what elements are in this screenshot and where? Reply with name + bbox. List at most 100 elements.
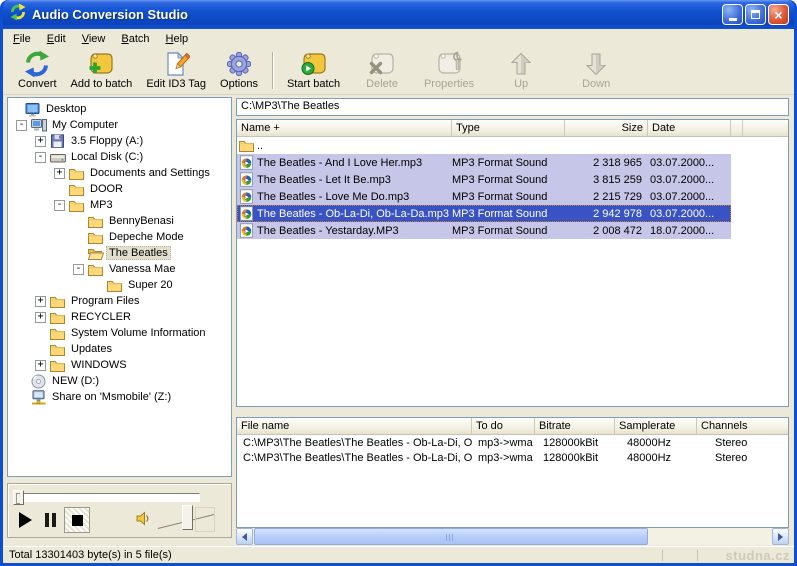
tree-item-updates[interactable]: Updates bbox=[8, 341, 231, 357]
file-name-cell: The Beatles - Ob-La-Di, Ob-La-Da.mp3 bbox=[237, 206, 452, 221]
content-area: Desktop-My Computer+3.5 Floppy (A:)-Loca… bbox=[3, 95, 794, 546]
convert-button[interactable]: Convert bbox=[11, 49, 64, 90]
column-header-type[interactable]: Type bbox=[452, 120, 565, 136]
toolbar-label: Start batch bbox=[287, 78, 340, 90]
menubar: FileEditViewBatchHelp bbox=[3, 29, 794, 48]
tree-item-new-d[interactable]: NEW (D:) bbox=[8, 373, 231, 389]
menu-file[interactable]: File bbox=[5, 31, 39, 47]
file-date-cell: 03.07.2000... bbox=[648, 208, 731, 220]
file-row-the-beatles-let-it-be-mp3[interactable]: The Beatles - Let It Be.mp3MP3 Format So… bbox=[237, 171, 731, 188]
column-header-file-name[interactable]: File name bbox=[237, 418, 472, 434]
column-header-bitrate[interactable]: Bitrate bbox=[535, 418, 615, 434]
tree-item-documents-and-settings[interactable]: + Documents and Settings bbox=[8, 165, 231, 181]
tree-item-3-5-floppy-a[interactable]: +3.5 Floppy (A:) bbox=[8, 133, 231, 149]
tree-expander-plus-icon[interactable]: + bbox=[35, 360, 46, 371]
tree-item-label: BennyBenasi bbox=[106, 214, 177, 228]
tree-expander-plus-icon[interactable]: + bbox=[54, 168, 65, 179]
status-text: Total 13301403 byte(s) in 5 file(s) bbox=[9, 549, 660, 561]
file-date-cell: 18.07.2000... bbox=[648, 225, 731, 237]
play-button[interactable] bbox=[19, 512, 32, 528]
column-header-size[interactable]: Size bbox=[565, 120, 648, 136]
tree-item-super-20[interactable]: Super 20 bbox=[8, 277, 231, 293]
file-type-cell: MP3 Format Sound bbox=[452, 174, 565, 186]
tree-item-door[interactable]: DOOR bbox=[8, 181, 231, 197]
column-header-samplerate[interactable]: Samplerate bbox=[615, 418, 697, 434]
file-row-the-beatles-yestarday-mp3[interactable]: The Beatles - Yestarday.MP3MP3 Format So… bbox=[237, 222, 731, 239]
tree-item-local-disk-c[interactable]: -Local Disk (C:) bbox=[8, 149, 231, 165]
file-row-the-beatles-and-i-love-her-mp3[interactable]: The Beatles - And I Love Her.mp3MP3 Form… bbox=[237, 154, 731, 171]
file-row-the-beatles-love-me-do-mp3[interactable]: The Beatles - Love Me Do.mp3MP3 Format S… bbox=[237, 188, 731, 205]
tree-expander-plus-icon[interactable]: + bbox=[35, 312, 46, 323]
tree-item-mp3[interactable]: - MP3 bbox=[8, 197, 231, 213]
tree-item-label: MP3 bbox=[87, 198, 116, 212]
volume-slider-handle[interactable] bbox=[182, 505, 193, 530]
down-arrow-icon bbox=[582, 50, 610, 78]
scroll-right-button[interactable] bbox=[772, 528, 789, 545]
tree-item-share-on-msmobile-z[interactable]: Share on 'Msmobile' (Z:) bbox=[8, 389, 231, 405]
batch-filename-cell: C:\MP3\The Beatles\The Beatles - Ob-La-D… bbox=[237, 437, 472, 449]
file-name-cell: The Beatles - Let It Be.mp3 bbox=[237, 172, 452, 187]
toolbar-label: Convert bbox=[18, 78, 57, 90]
properties-icon bbox=[435, 50, 463, 78]
tree-item-the-beatles[interactable]: The Beatles bbox=[8, 245, 231, 261]
file-row-[interactable]: .. bbox=[237, 137, 731, 154]
options-button[interactable]: Options bbox=[213, 49, 265, 90]
tree-item-label: WINDOWS bbox=[68, 358, 130, 372]
column-header-to-do[interactable]: To do bbox=[472, 418, 535, 434]
scroll-left-icon bbox=[242, 533, 247, 541]
delete-icon bbox=[368, 50, 396, 78]
seek-slider-track[interactable] bbox=[14, 493, 200, 502]
add-to-batch-button[interactable]: Add to batch bbox=[64, 49, 140, 90]
menu-edit[interactable]: Edit bbox=[39, 31, 74, 47]
watermark: studna.cz bbox=[700, 548, 792, 563]
batch-list: File nameTo doBitrateSamplerateChannels … bbox=[236, 417, 789, 528]
menu-help[interactable]: Help bbox=[158, 31, 197, 47]
file-size-cell: 2 318 965 bbox=[565, 157, 648, 169]
tree-item-program-files[interactable]: +Program Files bbox=[8, 293, 231, 309]
toolbar-label: Options bbox=[220, 78, 258, 90]
close-button[interactable]: × bbox=[768, 4, 789, 25]
scrollbar-thumb[interactable] bbox=[254, 528, 648, 545]
minimize-button[interactable] bbox=[722, 4, 743, 25]
seek-slider-handle[interactable] bbox=[13, 490, 24, 505]
tree-expander-minus-icon[interactable]: - bbox=[73, 264, 84, 275]
start-batch-button[interactable]: Start batch bbox=[280, 49, 347, 90]
stop-button[interactable] bbox=[64, 507, 90, 533]
maximize-button[interactable] bbox=[745, 4, 766, 25]
stop-icon bbox=[72, 515, 83, 526]
file-size-cell: 3 815 259 bbox=[565, 174, 648, 186]
batch-row[interactable]: C:\MP3\The Beatles\The Beatles - Ob-La-D… bbox=[237, 450, 788, 465]
scrollbar-track[interactable] bbox=[648, 528, 772, 545]
tree-item-label: Documents and Settings bbox=[87, 166, 213, 180]
desktop-icon bbox=[24, 102, 41, 117]
file-type-cell: MP3 Format Sound bbox=[452, 208, 565, 220]
file-name-cell: The Beatles - Yestarday.MP3 bbox=[237, 223, 452, 238]
tree-expander-minus-icon[interactable]: - bbox=[16, 120, 27, 131]
tree-expander-plus-icon[interactable]: + bbox=[35, 296, 46, 307]
tree-item-system-volume-information[interactable]: System Volume Information bbox=[8, 325, 231, 341]
column-header-channels[interactable]: Channels bbox=[697, 418, 788, 434]
batch-row[interactable]: C:\MP3\The Beatles\The Beatles - Ob-La-D… bbox=[237, 435, 788, 450]
path-bar[interactable]: C:\MP3\The Beatles bbox=[236, 98, 789, 116]
media-file-icon bbox=[239, 189, 257, 204]
scroll-left-button[interactable] bbox=[236, 528, 253, 545]
tree-expander-minus-icon[interactable]: - bbox=[54, 200, 65, 211]
tree-item-desktop[interactable]: Desktop bbox=[8, 101, 231, 117]
tree-expander-plus-icon[interactable]: + bbox=[35, 136, 46, 147]
tree-item-recycler[interactable]: +RECYCLER bbox=[8, 309, 231, 325]
file-row-the-beatles-ob-la-di-ob-la-da-mp3[interactable]: The Beatles - Ob-La-Di, Ob-La-Da.mp3MP3 … bbox=[237, 205, 731, 222]
tree-item-windows[interactable]: + WINDOWS bbox=[8, 357, 231, 373]
column-header-date[interactable]: Date bbox=[648, 120, 731, 136]
file-size-cell: 2 942 978 bbox=[565, 208, 648, 220]
menu-view[interactable]: View bbox=[74, 31, 114, 47]
tree-item-depeche-mode[interactable]: Depeche Mode bbox=[8, 229, 231, 245]
tree-item-vanessa-mae[interactable]: -Vanessa Mae bbox=[8, 261, 231, 277]
edit-id3-tag-button[interactable]: Edit ID3 Tag bbox=[139, 49, 213, 90]
tree-item-my-computer[interactable]: -My Computer bbox=[8, 117, 231, 133]
pause-button[interactable] bbox=[45, 513, 49, 527]
tree-expander-minus-icon[interactable]: - bbox=[35, 152, 46, 163]
column-header-name[interactable]: Name + bbox=[237, 120, 452, 136]
file-list-header: Name +TypeSizeDate bbox=[237, 120, 788, 137]
tree-item-bennybenasi[interactable]: BennyBenasi bbox=[8, 213, 231, 229]
menu-batch[interactable]: Batch bbox=[113, 31, 157, 47]
